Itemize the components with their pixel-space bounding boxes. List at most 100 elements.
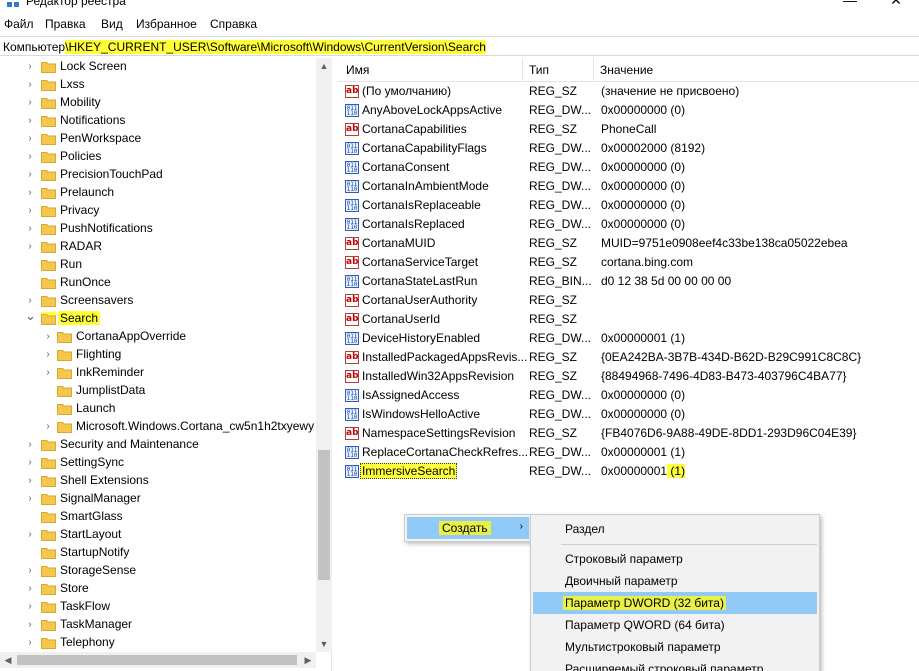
list-item[interactable]: ab CortanaServiceTarget REG_SZ cortana.bing… — [338, 253, 919, 272]
list-item[interactable]: 011 110 CortanaStateLastRun REG_BIN... d0 12… — [338, 272, 919, 291]
menu-help[interactable]: Справка — [210, 17, 257, 31]
scroll-right-icon[interactable]: ▶ — [300, 652, 316, 668]
tree-item[interactable]: › StartLayout — [0, 526, 316, 544]
expand-chevron-right-icon[interactable]: › — [43, 331, 53, 343]
list-item[interactable]: 011 110 IsAssignedAccess REG_DW... 0x0000000… — [338, 386, 919, 405]
list-item[interactable]: 011 110 AnyAboveLockAppsActive REG_DW... 0x0… — [338, 101, 919, 120]
tree-item[interactable]: › PenWorkspace — [0, 130, 316, 148]
expand-chevron-right-icon[interactable]: › — [25, 601, 35, 613]
expand-chevron-right-icon[interactable]: › — [25, 223, 35, 235]
expand-chevron-right-icon[interactable]: › — [25, 583, 35, 595]
tree-item[interactable]: › Shell Extensions — [0, 472, 316, 490]
menu-favorites[interactable]: Избранное — [136, 17, 197, 31]
expand-chevron-right-icon[interactable]: › — [25, 457, 35, 469]
tree-item[interactable]: › Mobility — [0, 94, 316, 112]
tree-item[interactable]: › SettingSync — [0, 454, 316, 472]
tree-item[interactable]: Launch — [0, 400, 316, 418]
submenu-item[interactable]: Расширяемый строковый параметр — [533, 658, 817, 671]
submenu-item[interactable]: Мультистроковый параметр — [533, 636, 817, 658]
tree-item[interactable]: › TaskFlow — [0, 598, 316, 616]
tree-item[interactable]: RunOnce — [0, 274, 316, 292]
tree-item[interactable]: StartupNotify — [0, 544, 316, 562]
list-item[interactable]: ab CortanaUserAuthority REG_SZ — [338, 291, 919, 310]
tree-horizontal-scrollbar[interactable]: ◀ ▶ — [0, 652, 316, 668]
tree-item[interactable]: › Prelaunch — [0, 184, 316, 202]
list-item[interactable]: ab CortanaMUID REG_SZ MUID=9751e0908eef4c33… — [338, 234, 919, 253]
tree-item[interactable]: › TaskManager — [0, 616, 316, 634]
tree-item[interactable]: › Privacy — [0, 202, 316, 220]
list-item[interactable]: ab CortanaUserId REG_SZ — [338, 310, 919, 329]
expand-chevron-right-icon[interactable]: › — [25, 133, 35, 145]
tree-item[interactable]: › PushNotifications — [0, 220, 316, 238]
expand-chevron-right-icon[interactable]: › — [25, 241, 35, 253]
submenu-item[interactable]: Параметр DWORD (32 бита) — [533, 592, 817, 614]
submenu-item[interactable]: Раздел — [533, 518, 817, 540]
hscroll-thumb[interactable] — [17, 655, 297, 665]
tree-vertical-scrollbar[interactable]: ▲ ▼ — [316, 58, 332, 652]
tree-item[interactable]: › Security and Maintenance — [0, 436, 316, 454]
submenu-item[interactable]: Строковый параметр — [533, 548, 817, 570]
expand-chevron-right-icon[interactable]: › — [25, 493, 35, 505]
menu-edit[interactable]: Правка — [45, 17, 86, 31]
expand-chevron-right-icon[interactable]: › — [25, 79, 35, 91]
registry-tree[interactable]: › Lock Screen › Lxss › Mobility › Notifications… — [0, 58, 332, 671]
submenu-item[interactable]: Параметр QWORD (64 бита) — [533, 614, 817, 636]
expand-chevron-right-icon[interactable]: › — [25, 295, 35, 307]
expand-chevron-right-icon[interactable]: › — [25, 187, 35, 199]
list-item[interactable]: ab InstalledPackagedAppsRevis... REG_SZ {0E… — [338, 348, 919, 367]
expand-chevron-right-icon[interactable]: › — [43, 349, 53, 361]
tree-item[interactable]: › Policies — [0, 148, 316, 166]
expand-chevron-right-icon[interactable]: › — [43, 367, 53, 379]
list-item[interactable]: 011 110 CortanaIsReplaced REG_DW... 0x000000… — [338, 215, 919, 234]
tree-item[interactable]: › RADAR — [0, 238, 316, 256]
menu-item-create[interactable]: Создать › — [407, 517, 529, 539]
scroll-left-icon[interactable]: ◀ — [0, 652, 16, 668]
tree-item[interactable]: › Lock Screen — [0, 58, 316, 76]
column-divider[interactable] — [522, 58, 523, 82]
tree-item[interactable]: › SignalManager — [0, 490, 316, 508]
list-item[interactable]: 011 110 CortanaCapabilityFlags REG_DW... 0x0… — [338, 139, 919, 158]
tree-item[interactable]: › Notifications — [0, 112, 316, 130]
tree-item[interactable]: Run — [0, 256, 316, 274]
expand-chevron-down-icon[interactable]: ⌄ — [25, 309, 36, 322]
address-bar[interactable]: Компьютер\HKEY_CURRENT_USER\Software\Mic… — [0, 36, 919, 56]
column-type[interactable]: Тип — [529, 63, 549, 77]
expand-chevron-right-icon[interactable]: › — [25, 637, 35, 649]
column-divider[interactable] — [593, 58, 594, 82]
tree-item[interactable]: JumplistData — [0, 382, 316, 400]
list-item[interactable]: ab (По умолчанию) REG_SZ (значение не присв… — [338, 82, 919, 101]
tree-item[interactable]: › CortanaAppOverride — [0, 328, 316, 346]
expand-chevron-right-icon[interactable]: › — [25, 439, 35, 451]
tree-item[interactable]: SmartGlass — [0, 508, 316, 526]
scroll-thumb[interactable] — [318, 450, 330, 580]
minimize-button[interactable]: — — [827, 0, 873, 12]
tree-item[interactable]: ⌄ Search — [0, 309, 316, 328]
expand-chevron-right-icon[interactable]: › — [25, 619, 35, 631]
menu-file[interactable]: Файл — [4, 17, 34, 31]
tree-item[interactable]: › StorageSense — [0, 562, 316, 580]
expand-chevron-right-icon[interactable]: › — [25, 151, 35, 163]
tree-item[interactable]: › InkReminder — [0, 364, 316, 382]
expand-chevron-right-icon[interactable]: › — [25, 97, 35, 109]
expand-chevron-right-icon[interactable]: › — [25, 205, 35, 217]
expand-chevron-right-icon[interactable]: › — [25, 475, 35, 487]
tree-item[interactable]: › Lxss — [0, 76, 316, 94]
list-item[interactable]: 011 110 CortanaConsent REG_DW... 0x00000000 … — [338, 158, 919, 177]
tree-item[interactable]: › Flighting — [0, 346, 316, 364]
tree-item[interactable]: › Microsoft.Windows.Cortana_cw5n1h2txyewy — [0, 418, 316, 436]
expand-chevron-right-icon[interactable]: › — [25, 115, 35, 127]
list-item[interactable]: ab InstalledWin32AppsRevision REG_SZ {88494… — [338, 367, 919, 386]
list-item[interactable]: 011 110 ImmersiveSearch REG_DW... 0x00000001… — [338, 462, 919, 481]
expand-chevron-right-icon[interactable]: › — [25, 169, 35, 181]
scroll-up-icon[interactable]: ▲ — [316, 58, 332, 74]
column-value[interactable]: Значение — [600, 63, 653, 77]
expand-chevron-right-icon[interactable]: › — [25, 529, 35, 541]
expand-chevron-right-icon[interactable]: › — [25, 565, 35, 577]
menu-view[interactable]: Вид — [101, 17, 123, 31]
close-button[interactable]: ✕ — [873, 0, 919, 12]
list-item[interactable]: 011 110 CortanaInAmbientMode REG_DW... 0x000… — [338, 177, 919, 196]
tree-item[interactable]: › Screensavers — [0, 292, 316, 310]
list-item[interactable]: ab NamespaceSettingsRevision REG_SZ {FB4076… — [338, 424, 919, 443]
scroll-down-icon[interactable]: ▼ — [316, 636, 332, 652]
column-name[interactable]: Имя — [346, 63, 369, 77]
